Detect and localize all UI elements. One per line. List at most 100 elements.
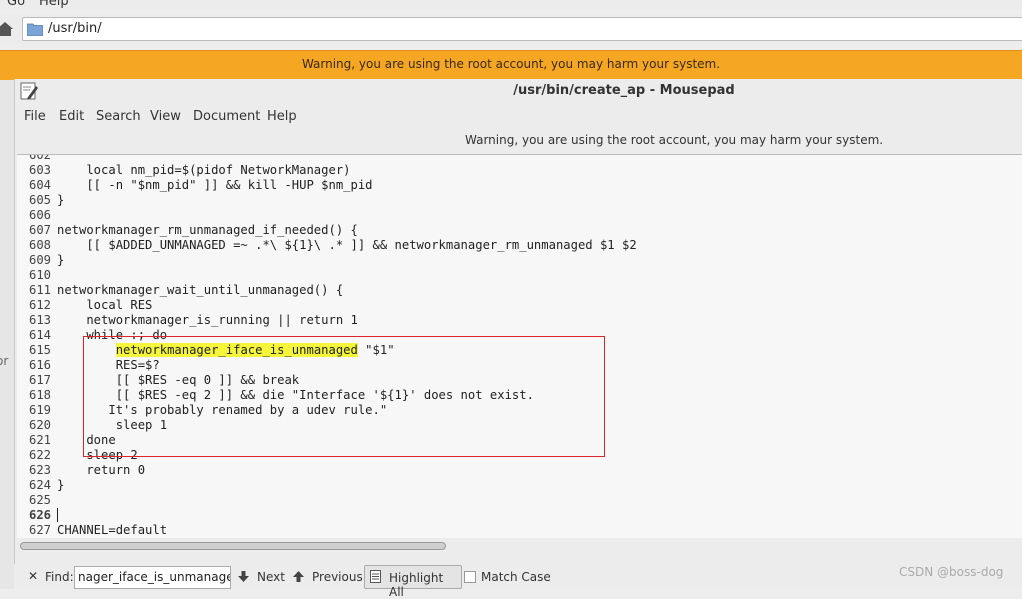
code-text: [[ $ADDED_UNMANAGED =~ .*\ ${1}\ .* ]] &…	[57, 238, 637, 253]
line-number: 602	[29, 154, 52, 162]
code-segment: local nm_pid=$(pidof NetworkManager)	[57, 163, 351, 177]
line-number: 609	[29, 253, 52, 267]
side-fragment-text: or	[0, 354, 9, 368]
line-number: 611	[29, 283, 52, 297]
root-warning-bar: Warning, you are using the root account,…	[0, 50, 1022, 81]
line-number: 608	[29, 238, 52, 252]
code-line[interactable]: 603 local nm_pid=$(pidof NetworkManager)	[17, 163, 1022, 178]
line-number: 617	[29, 373, 52, 387]
previous-button[interactable]: Previous	[312, 570, 363, 584]
line-number: 612	[29, 298, 52, 312]
scrollbar-thumb[interactable]	[20, 542, 446, 550]
menu-help[interactable]: Help	[39, 0, 69, 9]
arrow-down-icon[interactable]	[237, 570, 250, 583]
code-text: return 0	[57, 463, 145, 478]
menu-help[interactable]: Help	[267, 109, 297, 124]
code-segment: networkmanager_is_running || return 1	[57, 313, 358, 327]
file-manager-menubar: Go Help	[0, 0, 1022, 10]
code-text: networkmanager_rm_unmanaged_if_needed() …	[57, 223, 358, 238]
code-line[interactable]: 605}	[17, 193, 1022, 208]
code-line[interactable]: 623 return 0	[17, 463, 1022, 478]
line-number: 625	[29, 493, 52, 507]
highlight-all-label: Highlight All	[389, 571, 444, 599]
mousepad-menubar: File Edit Search View Document Help	[15, 106, 1022, 128]
code-line[interactable]: 624}	[17, 478, 1022, 493]
find-bar: ✕ Find: nager_iface_is_unmanaged Next Pr…	[14, 564, 1022, 599]
document-icon	[370, 570, 381, 583]
line-number: 618	[29, 388, 52, 402]
location-bar: /usr/bin/	[0, 14, 1022, 44]
code-segment: [[ -n "$nm_pid" ]] && kill -HUP $nm_pid	[57, 178, 373, 192]
code-text: local RES	[57, 298, 152, 313]
line-number: 627	[29, 523, 52, 537]
code-line[interactable]: 606	[17, 208, 1022, 223]
close-find-icon[interactable]: ✕	[28, 569, 38, 583]
code-segment: }	[57, 253, 65, 267]
menu-search[interactable]: Search	[96, 109, 141, 124]
line-number: 619	[29, 403, 52, 417]
code-segment: }	[57, 193, 65, 207]
line-number: 610	[29, 268, 52, 282]
line-number: 606	[29, 208, 52, 222]
next-button[interactable]: Next	[257, 570, 285, 584]
code-line[interactable]: 613 networkmanager_is_running || return …	[17, 313, 1022, 328]
code-text: local nm_pid=$(pidof NetworkManager)	[57, 163, 351, 178]
code-segment: networkmanager_rm_unmanaged_if_needed() …	[57, 223, 358, 237]
code-line[interactable]: 609}	[17, 253, 1022, 268]
mousepad-warning-text: Warning, you are using the root account,…	[465, 133, 884, 147]
code-text: [[ -n "$nm_pid" ]] && kill -HUP $nm_pid	[57, 178, 373, 193]
line-number: 622	[29, 448, 52, 462]
text-editor[interactable]: 602 603 local nm_pid=$(pidof NetworkManag…	[17, 154, 1022, 539]
mousepad-root-warning: Warning, you are using the root account,…	[15, 129, 1022, 153]
line-number: 615	[29, 343, 52, 357]
location-path-text: /usr/bin/	[48, 21, 102, 36]
menu-edit[interactable]: Edit	[59, 109, 84, 124]
code-line[interactable]: 608 [[ $ADDED_UNMANAGED =~ .*\ ${1}\ .* …	[17, 238, 1022, 253]
mousepad-window: /usr/bin/create_ap - Mousepad File Edit …	[14, 79, 1022, 589]
code-text: }	[57, 193, 64, 208]
code-text: }	[57, 253, 64, 268]
text-cursor	[57, 508, 58, 522]
code-line[interactable]: 604 [[ -n "$nm_pid" ]] && kill -HUP $nm_…	[17, 178, 1022, 193]
code-line[interactable]: 626	[17, 508, 1022, 523]
line-number: 613	[29, 313, 52, 327]
code-line[interactable]: 611 networkmanager_wait_until_unmanaged()…	[17, 283, 1022, 298]
line-number: 616	[29, 358, 52, 372]
find-input[interactable]: nager_iface_is_unmanaged	[74, 566, 231, 589]
arrow-up-icon[interactable]	[292, 570, 305, 583]
code-text: }	[57, 478, 64, 493]
location-path-field[interactable]: /usr/bin/	[22, 17, 1022, 41]
code-text: CHANNEL=default	[57, 523, 167, 538]
window-title: /usr/bin/create_ap - Mousepad	[513, 83, 735, 98]
match-case-label: Match Case	[481, 570, 551, 584]
title-bar[interactable]: /usr/bin/create_ap - Mousepad	[15, 79, 1022, 103]
code-line[interactable]: 625	[17, 493, 1022, 508]
horizontal-scrollbar[interactable]	[17, 538, 1022, 552]
line-number: 620	[29, 418, 52, 432]
line-number: 603	[29, 163, 52, 177]
menu-file[interactable]: File	[24, 109, 46, 124]
file-manager-side-strip: or	[0, 80, 14, 589]
code-segment: local RES	[57, 298, 153, 312]
code-line[interactable]: 627 CHANNEL=default	[17, 523, 1022, 538]
line-number: 605	[29, 193, 52, 207]
line-number: 614	[29, 328, 52, 342]
menu-view[interactable]: View	[150, 109, 181, 124]
code-line[interactable]: 602	[17, 154, 1022, 163]
code-line[interactable]: 607 networkmanager_rm_unmanaged_if_needed…	[17, 223, 1022, 238]
code-line[interactable]: 612 local RES	[17, 298, 1022, 313]
home-icon[interactable]	[0, 20, 14, 38]
code-text: networkmanager_is_running || return 1	[57, 313, 358, 328]
highlight-all-button[interactable]: Highlight All	[364, 565, 462, 599]
match-case-checkbox[interactable]	[464, 571, 476, 583]
code-line[interactable]: 610	[17, 268, 1022, 283]
code-segment: }	[57, 478, 65, 492]
code-segment: return 0	[57, 463, 146, 477]
code-segment: networkmanager_wait_until_unmanaged() {	[57, 283, 344, 297]
line-number: 626	[29, 508, 52, 522]
code-segment: [[ $ADDED_UNMANAGED =~ .*\ ${1}\ .* ]] &…	[57, 238, 637, 252]
line-number: 607	[29, 223, 52, 237]
menu-document[interactable]: Document	[193, 109, 260, 124]
menu-go[interactable]: Go	[7, 0, 25, 9]
find-label: Find:	[45, 570, 74, 584]
